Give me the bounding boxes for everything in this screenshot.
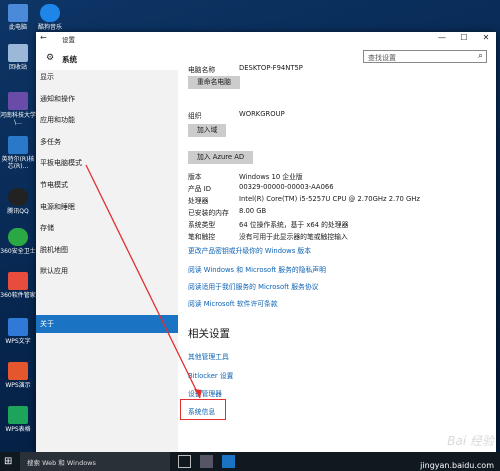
about-panel: 电脑名称 DESKTOP-F94NT5P 重命名电脑 组织 WORKGROUP …	[178, 64, 496, 452]
admin-tools-link[interactable]: 其他管理工具	[188, 351, 229, 361]
desktop-icon-label: WPS文字	[5, 338, 31, 345]
services-agreement-link[interactable]: 阅读适用于我们服务的 Microsoft 服务协议	[188, 281, 318, 291]
desktop-icon-kugou[interactable]: 酷狗音乐	[32, 4, 68, 31]
desktop-icon-label: 回收站	[8, 64, 27, 71]
spec-label-product-id: 产品 ID	[188, 185, 211, 193]
organization-label: 组织	[188, 112, 202, 120]
computer-icon	[8, 4, 28, 22]
desktop-icon-label: 酷狗音乐	[37, 24, 62, 31]
app-icon	[8, 92, 28, 110]
recycle-bin-icon	[8, 44, 28, 62]
join-domain-button[interactable]: 加入域	[188, 124, 227, 137]
privacy-statement-link[interactable]: 阅读 Windows 和 Microsoft 服务的隐私声明	[188, 264, 326, 274]
minimize-button[interactable]: —	[432, 32, 452, 44]
sidebar-item-multitasking[interactable]: 多任务	[36, 135, 178, 149]
wps-spreadsheet-icon	[8, 406, 28, 424]
sidebar-item-tablet-mode[interactable]: 平板电脑模式	[36, 156, 178, 170]
intel-icon	[8, 136, 28, 154]
sidebar-item-storage[interactable]: 存储	[36, 221, 178, 235]
search-placeholder: 查找设置	[368, 54, 396, 62]
device-manager-link[interactable]: 设备管理器	[188, 388, 222, 398]
search-input[interactable]: 查找设置 ⌕	[363, 50, 487, 63]
gear-icon: ⚙	[46, 53, 55, 63]
sidebar-item-about[interactable]: 关于	[36, 315, 178, 333]
spec-label-pen-touch: 笔和触控	[188, 233, 216, 241]
taskbar-search[interactable]: 搜索 Web 和 Windows	[20, 452, 170, 471]
wps-writer-icon	[8, 318, 28, 336]
page-title: 系统	[62, 55, 77, 64]
desktop-icon-qq[interactable]: 腾讯QQ	[0, 188, 36, 215]
spec-value-product-id: 00329-00000-00003-AA066	[239, 183, 334, 191]
desktop-icon-360-security[interactable]: 360安全卫士	[0, 228, 36, 255]
license-terms-link[interactable]: 阅读 Microsoft 软件许可条款	[188, 298, 278, 308]
taskbar-search-text: 搜索 Web 和 Windows	[27, 459, 96, 467]
shield-icon	[8, 228, 28, 246]
spec-label-edition: 版本	[188, 173, 202, 181]
desktop-icon-wps-presentation[interactable]: WPS演示	[0, 362, 36, 389]
windows-start-icon[interactable]: ⊞	[4, 456, 12, 467]
sidebar-item-notifications[interactable]: 通知和操作	[36, 92, 178, 106]
maximize-button[interactable]: ☐	[454, 32, 474, 44]
desktop-icon-wps-spreadsheet[interactable]: WPS表格	[0, 406, 36, 433]
settings-window: ← 设置 — ☐ ✕ ⚙ 系统 查找设置 ⌕ 显示 通知和操作 应用和功能 多任…	[36, 32, 496, 452]
spec-value-edition: Windows 10 企业版	[239, 173, 303, 181]
kugou-icon	[40, 4, 60, 22]
wps-presentation-icon	[8, 362, 28, 380]
sidebar-item-power-sleep[interactable]: 电源和睡眠	[36, 200, 178, 214]
watermark: Bai 经验	[447, 434, 494, 448]
desktop-icon-label: WPS演示	[5, 382, 31, 389]
desktop-icon-360-software[interactable]: 360软件管家	[0, 272, 36, 299]
watermark-url: jingyan.baidu.com	[420, 461, 494, 470]
qq-icon	[8, 188, 28, 206]
change-product-key-link[interactable]: 更改产品密钥或升级你的 Windows 版本	[188, 245, 311, 255]
spec-value-processor: Intel(R) Core(TM) i5-5257U CPU @ 2.70GHz…	[239, 195, 420, 203]
desktop-icon-label: 英特尔(R)核芯(R)...	[1, 156, 35, 170]
desktop-icon-recycle-bin[interactable]: 回收站	[0, 44, 36, 71]
settings-taskbar-icon[interactable]	[222, 455, 235, 468]
spec-value-pen-touch: 没有可用于此显示器的笔或触控输入	[239, 233, 348, 241]
join-azure-ad-button[interactable]: 加入 Azure AD	[188, 151, 254, 164]
desktop-icon-label: 腾讯QQ	[7, 208, 29, 215]
spec-label-system-type: 系统类型	[188, 221, 216, 229]
desktop-icon-label: 此电脑	[8, 24, 27, 31]
desktop-icon-intel-graphics[interactable]: 英特尔(R)核芯(R)...	[0, 136, 36, 170]
related-settings-heading: 相关设置	[188, 328, 230, 340]
sidebar-item-display[interactable]: 显示	[36, 70, 178, 84]
sidebar-item-offline-maps[interactable]: 脱机地图	[36, 243, 178, 257]
bitlocker-settings-link[interactable]: Bitlocker 设置	[188, 370, 233, 380]
task-view-icon[interactable]	[178, 455, 191, 468]
sidebar-item-battery-saver[interactable]: 节电模式	[36, 178, 178, 192]
close-button[interactable]: ✕	[476, 32, 496, 44]
desktop-icon-label: 河南科技大学\...	[0, 112, 37, 126]
spec-label-processor: 处理器	[188, 197, 209, 205]
organization-value: WORKGROUP	[239, 110, 285, 118]
desktop-icon-label: WPS表格	[5, 426, 31, 433]
desktop-icon-wps-writer[interactable]: WPS文字	[0, 318, 36, 345]
spec-label-memory: 已安装的内存	[188, 209, 229, 217]
desktop-icon-henan-univ[interactable]: 河南科技大学\...	[0, 92, 36, 126]
desktop-icon-label: 360软件管家	[0, 292, 36, 299]
rename-pc-button[interactable]: 重命名电脑	[188, 76, 240, 89]
taskbar: ⊞ 搜索 Web 和 Windows jingyan.baidu.com	[0, 452, 500, 471]
pc-name-label: 电脑名称	[188, 66, 216, 74]
pc-name-value: DESKTOP-F94NT5P	[239, 64, 303, 72]
spec-value-system-type: 64 位操作系统，基于 x64 的处理器	[239, 221, 349, 229]
window-title: 设置	[62, 36, 75, 44]
sidebar-item-apps[interactable]: 应用和功能	[36, 113, 178, 127]
app-taskbar-icon[interactable]	[200, 455, 213, 468]
sidebar-item-default-apps[interactable]: 默认应用	[36, 264, 178, 278]
desktop-icon-this-pc[interactable]: 此电脑	[0, 4, 36, 31]
desktop-icon-label: 360安全卫士	[0, 248, 36, 255]
search-icon: ⌕	[477, 51, 483, 61]
software-manager-icon	[8, 272, 28, 290]
highlight-box	[180, 399, 226, 420]
sidebar: 显示 通知和操作 应用和功能 多任务 平板电脑模式 节电模式 电源和睡眠 存储 …	[36, 70, 178, 452]
spec-value-memory: 8.00 GB	[239, 207, 267, 215]
back-arrow-icon[interactable]: ←	[40, 33, 47, 42]
